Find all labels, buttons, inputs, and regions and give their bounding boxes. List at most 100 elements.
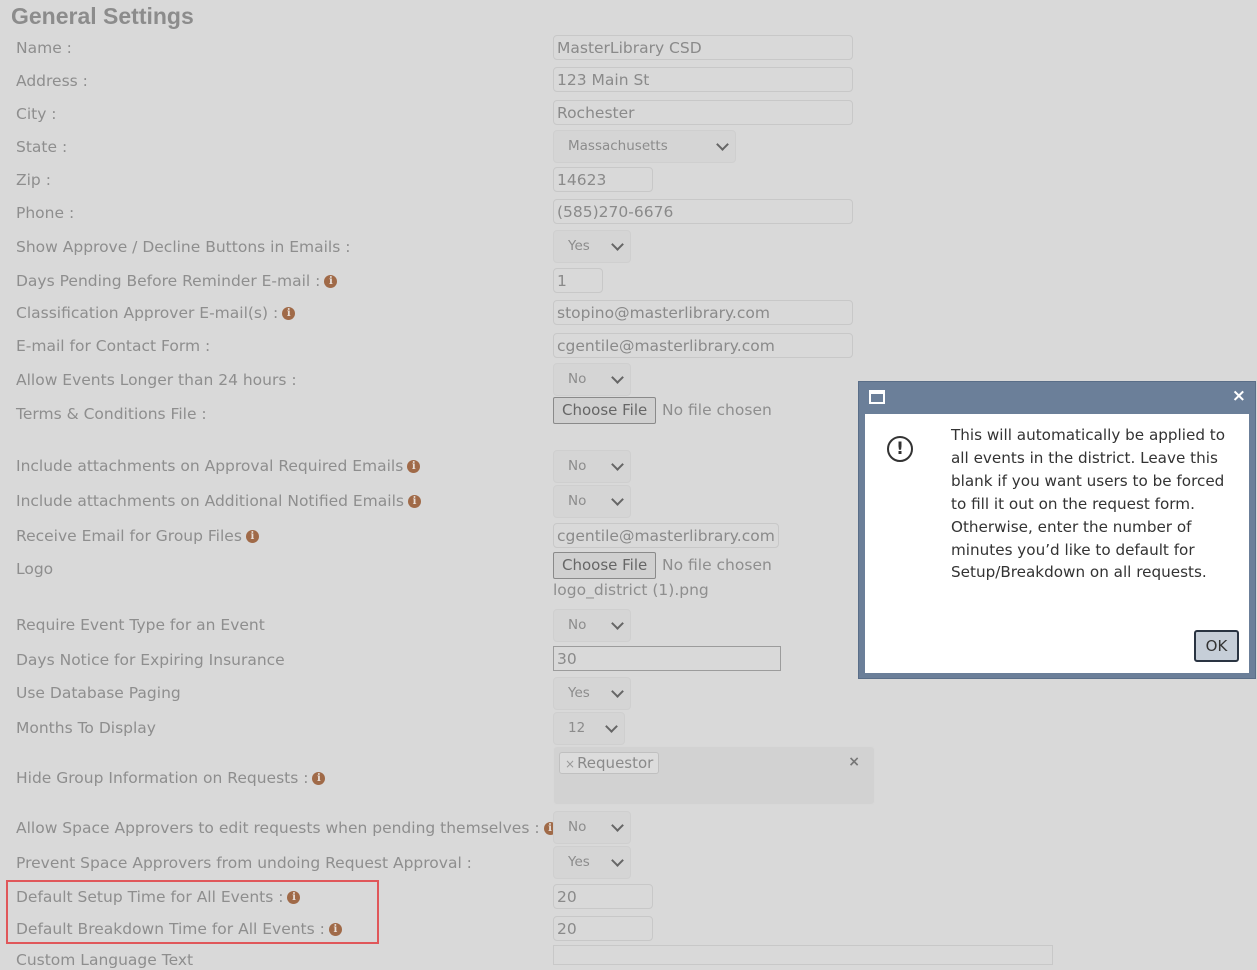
chevron-down-icon	[605, 720, 618, 733]
zip-input[interactable]: 14623	[553, 167, 653, 192]
terms-file-status: No file chosen	[662, 401, 772, 419]
tag-remove-icon[interactable]: ×	[565, 757, 575, 771]
days-insurance-input[interactable]: 30	[553, 646, 781, 671]
page-title: General Settings	[11, 3, 194, 29]
requestor-tag: × Requestor	[559, 752, 660, 774]
chevron-down-icon	[611, 854, 624, 867]
info-icon[interactable]: i	[245, 530, 259, 543]
chevron-down-icon	[716, 138, 729, 151]
db-paging-label: Use Database Paging	[16, 684, 181, 702]
phone-label: Phone :	[16, 204, 75, 222]
db-paging-value: Yes	[568, 685, 590, 701]
chevron-down-icon	[611, 493, 624, 506]
approver-edit-text: Allow Space Approvers to edit requests w…	[16, 819, 540, 837]
contact-email-label: E-mail for Contact Form :	[16, 337, 211, 355]
highlight-box	[6, 880, 379, 944]
address-input[interactable]: 123 Main St	[553, 67, 853, 92]
longer-24-value: No	[568, 371, 587, 387]
state-select-value: Massachusetts	[568, 138, 668, 154]
days-pending-input[interactable]: 1	[553, 268, 603, 293]
state-label: State :	[16, 138, 68, 156]
group-files-text: Receive Email for Group Files	[16, 527, 242, 545]
alert-icon: !	[887, 436, 913, 462]
attach-approval-select[interactable]: No	[553, 450, 631, 483]
close-icon[interactable]: ×	[1232, 386, 1246, 406]
prevent-undo-select[interactable]: Yes	[553, 846, 631, 879]
info-icon[interactable]: i	[407, 460, 421, 473]
attach-notified-select[interactable]: No	[553, 485, 631, 518]
chevron-down-icon	[611, 819, 624, 832]
ok-button[interactable]: OK	[1194, 630, 1239, 662]
name-input[interactable]: MasterLibrary CSD	[553, 35, 853, 60]
hide-group-multiselect[interactable]: × Requestor ×	[553, 746, 875, 805]
info-icon[interactable]: i	[312, 772, 326, 785]
chevron-down-icon	[611, 617, 624, 630]
approver-edit-value: No	[568, 819, 587, 835]
longer-24-select[interactable]: No	[553, 363, 631, 396]
phone-input[interactable]: (585)270-6676	[553, 199, 853, 224]
terms-file-label: Terms & Conditions File :	[16, 405, 207, 423]
days-pending-label: Days Pending Before Reminder E-mail :i	[16, 271, 338, 291]
chevron-down-icon	[611, 371, 624, 384]
chevron-down-icon	[611, 685, 624, 698]
city-input[interactable]: Rochester	[553, 100, 853, 125]
contact-email-input[interactable]: cgentile@masterlibrary.com	[553, 333, 853, 358]
event-type-select[interactable]: No	[553, 609, 631, 642]
chevron-down-icon	[611, 238, 624, 251]
name-label: Name :	[16, 39, 72, 57]
prevent-undo-value: Yes	[568, 854, 590, 870]
event-type-label: Require Event Type for an Event	[16, 616, 265, 634]
class-approver-label: Classification Approver E-mail(s) :i	[16, 303, 296, 323]
days-pending-text: Days Pending Before Reminder E-mail :	[16, 272, 321, 290]
address-label: Address :	[16, 72, 88, 90]
attach-notified-text: Include attachments on Additional Notifi…	[16, 492, 404, 510]
class-approver-text: Classification Approver E-mail(s) :	[16, 304, 279, 322]
prevent-undo-label: Prevent Space Approvers from undoing Req…	[16, 854, 472, 872]
info-icon[interactable]: i	[324, 275, 338, 288]
days-insurance-label: Days Notice for Expiring Insurance	[16, 651, 285, 669]
logo-choose-file-button[interactable]: Choose File	[553, 552, 657, 579]
dialog-titlebar[interactable]: ×	[859, 382, 1255, 413]
group-files-label: Receive Email for Group Files i	[16, 526, 259, 546]
event-type-value: No	[568, 617, 587, 633]
approver-edit-label: Allow Space Approvers to edit requests w…	[16, 818, 557, 838]
dialog-body: ! This will automatically be applied to …	[865, 414, 1249, 673]
db-paging-select[interactable]: Yes	[553, 677, 631, 710]
zip-label: Zip :	[16, 171, 51, 189]
longer-24-label: Allow Events Longer than 24 hours :	[16, 371, 297, 389]
logo-current-file[interactable]: logo_district (1).png	[553, 577, 709, 604]
info-dialog: × ! This will automatically be applied t…	[858, 381, 1256, 679]
chevron-down-icon	[611, 458, 624, 471]
attach-notified-value: No	[568, 493, 587, 509]
setup-time-input[interactable]: 20	[553, 884, 653, 909]
clear-all-icon[interactable]: ×	[848, 754, 860, 770]
window-icon	[869, 390, 885, 404]
months-display-select[interactable]: 12	[553, 712, 625, 745]
terms-choose-file-button[interactable]: Choose File	[553, 397, 657, 424]
approver-edit-select[interactable]: No	[553, 811, 631, 844]
state-select[interactable]: Massachusetts	[553, 130, 736, 163]
months-display-value: 12	[568, 720, 586, 736]
months-display-label: Months To Display	[16, 719, 156, 737]
hide-group-text: Hide Group Information on Requests :	[16, 769, 309, 787]
attach-notified-label: Include attachments on Additional Notifi…	[16, 491, 421, 511]
class-approver-input[interactable]: stopino@masterlibrary.com	[553, 300, 853, 325]
approve-buttons-value: Yes	[568, 238, 590, 254]
dialog-message: This will automatically be applied to al…	[951, 426, 1226, 582]
custom-text-box[interactable]	[553, 945, 1053, 965]
custom-text-label: Custom Language Text	[16, 951, 194, 969]
approve-buttons-label: Show Approve / Decline Buttons in Emails…	[16, 238, 351, 256]
info-icon[interactable]: i	[407, 495, 421, 508]
approve-buttons-select[interactable]: Yes	[553, 230, 631, 263]
group-files-input[interactable]: cgentile@masterlibrary.com	[553, 523, 779, 548]
attach-approval-label: Include attachments on Approval Required…	[16, 456, 421, 476]
info-icon[interactable]: i	[282, 307, 296, 320]
city-label: City :	[16, 105, 57, 123]
logo-file-status: No file chosen	[662, 556, 772, 574]
hide-group-label: Hide Group Information on Requests :i	[16, 768, 326, 788]
requestor-tag-label: Requestor	[577, 754, 654, 772]
attach-approval-text: Include attachments on Approval Required…	[16, 457, 404, 475]
logo-label: Logo	[16, 560, 54, 578]
breakdown-time-input[interactable]: 20	[553, 916, 653, 941]
attach-approval-value: No	[568, 458, 587, 474]
